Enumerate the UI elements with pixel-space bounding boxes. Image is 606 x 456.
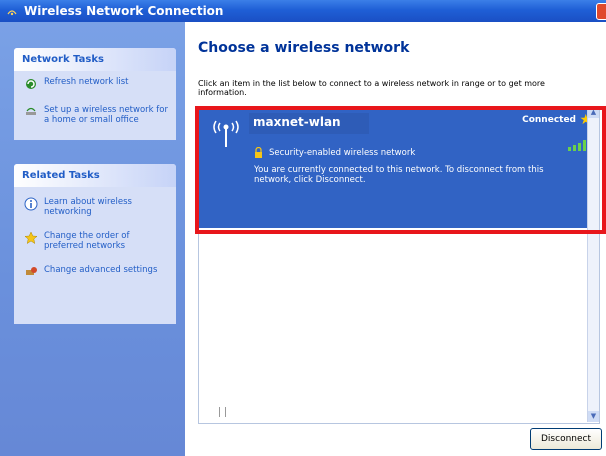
setup-wireless-label: Set up a wireless network for a home or …: [44, 105, 168, 125]
selection-highlight-box: [195, 106, 606, 234]
change-advanced-settings-link[interactable]: Change advanced settings: [14, 253, 176, 281]
change-advanced-settings-label: Change advanced settings: [44, 265, 158, 275]
related-tasks-panel: Related Tasks Learn about wireless netwo…: [14, 164, 176, 324]
refresh-icon: [26, 79, 36, 89]
task-pane: Network Tasks Refresh network list Set u…: [0, 22, 185, 456]
wireless-connection-window: Wireless Network Connection Network Task…: [0, 0, 606, 456]
window-title: Wireless Network Connection: [24, 4, 224, 18]
change-order-link[interactable]: Change the order of preferred networks: [14, 219, 176, 253]
setup-wireless-link[interactable]: Set up a wireless network for a home or …: [14, 93, 176, 127]
settings-icon: [26, 267, 37, 275]
title-bar[interactable]: Wireless Network Connection: [0, 0, 606, 22]
disconnect-button[interactable]: Disconnect: [530, 428, 602, 450]
instruction-text: Click an item in the list below to conne…: [198, 79, 545, 97]
scroll-down-button[interactable]: ▼: [588, 411, 599, 422]
page-title: Choose a wireless network: [198, 40, 410, 56]
network-tasks-panel: Network Tasks Refresh network list Set u…: [14, 48, 176, 140]
learn-wireless-label: Learn about wireless networking: [44, 197, 132, 217]
change-order-label: Change the order of preferred networks: [44, 231, 130, 251]
wireless-icon: [7, 10, 17, 16]
star-icon: [24, 231, 38, 245]
info-icon: [24, 197, 38, 211]
refresh-network-list-label: Refresh network list: [44, 77, 129, 87]
network-tasks-header[interactable]: Network Tasks: [14, 48, 176, 71]
learn-wireless-link[interactable]: Learn about wireless networking: [14, 187, 176, 219]
close-button[interactable]: [596, 3, 606, 20]
horizontal-scroll-thumb[interactable]: [219, 407, 226, 417]
main-pane: Choose a wireless network Click an item …: [185, 22, 606, 456]
related-tasks-header[interactable]: Related Tasks: [14, 164, 176, 187]
refresh-network-list-link[interactable]: Refresh network list: [14, 71, 176, 93]
setup-wireless-icon: [26, 107, 36, 115]
